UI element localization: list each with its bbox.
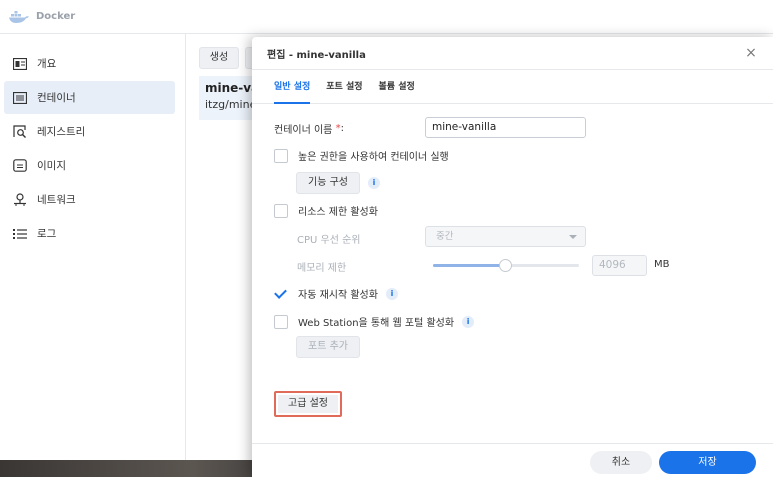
- sidebar-item-label: 레지스트리: [37, 126, 86, 138]
- resource-limit-label: 리소스 제한 활성화: [298, 207, 378, 218]
- memory-unit: MB: [654, 259, 670, 270]
- overview-icon: [12, 56, 27, 71]
- info-icon[interactable]: i: [385, 287, 398, 300]
- docker-logo-icon: [9, 10, 29, 23]
- dialog-title: 편집 - mine-vanilla: [267, 49, 366, 61]
- memory-slider[interactable]: [433, 259, 579, 272]
- auto-restart-row: 자동 재시작 활성화 i: [274, 286, 398, 301]
- sidebar-item-label: 로그: [37, 228, 57, 240]
- tab-port-settings[interactable]: 포트 설정: [326, 70, 362, 104]
- sidebar-item-label: 개요: [37, 58, 57, 70]
- auto-restart-checkbox[interactable]: [274, 287, 288, 301]
- log-list-icon: [12, 226, 27, 241]
- privileged-row: 높은 권한을 사용하여 컨테이너 실행: [274, 148, 449, 163]
- capabilities-button[interactable]: 기능 구성: [296, 172, 360, 194]
- cpu-priority-select[interactable]: 중간: [425, 226, 586, 247]
- memory-slider-thumb[interactable]: [499, 259, 512, 272]
- registry-search-icon: [12, 124, 27, 139]
- container-image: itzg/minecraft-server: [205, 98, 259, 111]
- web-station-label: Web Station을 통해 웹 포털 활성화: [298, 318, 455, 329]
- sidebar-item-overview[interactable]: 개요: [4, 47, 175, 80]
- cpu-priority-label: CPU 우선 순위: [297, 235, 361, 246]
- web-station-checkbox[interactable]: [274, 314, 288, 329]
- container-list-item[interactable]: mine-vanilla itzg/minecraft-server: [199, 76, 259, 120]
- image-icon: [12, 158, 27, 173]
- memory-slider-fill: [433, 264, 506, 267]
- container-name-input[interactable]: mine-vanilla: [425, 117, 586, 138]
- tab-general-settings[interactable]: 일반 설정: [274, 70, 311, 104]
- container-name-label: 컨테이너 이름 *:: [274, 123, 344, 136]
- info-icon[interactable]: i: [462, 315, 475, 328]
- sidebar-item-log[interactable]: 로그: [4, 217, 175, 250]
- sidebar: 개요 컨테이너 레지스트리 이미지 네트워크 로그: [0, 34, 186, 460]
- resource-limit-row: 리소스 제한 활성화: [274, 203, 378, 218]
- container-list-icon: [12, 90, 27, 105]
- cancel-button[interactable]: 취소: [590, 451, 652, 474]
- resource-limit-checkbox[interactable]: [274, 203, 288, 218]
- add-port-button[interactable]: 포트 추가: [296, 336, 360, 358]
- sidebar-item-label: 이미지: [37, 160, 66, 172]
- dialog-tabs: 일반 설정 포트 설정 볼륨 설정: [252, 70, 773, 104]
- container-name: mine-vanilla: [205, 81, 259, 95]
- chevron-down-icon: [569, 235, 577, 239]
- network-icon: [12, 192, 27, 207]
- privileged-label: 높은 권한을 사용하여 컨테이너 실행: [298, 152, 449, 163]
- cpu-priority-value: 중간: [436, 231, 454, 242]
- close-icon[interactable]: ×: [744, 46, 758, 60]
- sidebar-item-label: 컨테이너: [37, 92, 76, 104]
- memory-limit-input[interactable]: 4096: [592, 255, 647, 276]
- sidebar-item-images[interactable]: 이미지: [4, 149, 175, 182]
- sidebar-item-containers[interactable]: 컨테이너: [4, 81, 175, 114]
- sidebar-item-network[interactable]: 네트워크: [4, 183, 175, 216]
- dialog-header: 편집 - mine-vanilla ×: [252, 37, 773, 70]
- web-station-row: Web Station을 통해 웹 포털 활성화 i: [274, 314, 475, 329]
- auto-restart-label: 자동 재시작 활성화: [298, 290, 378, 301]
- tab-volume-settings[interactable]: 볼륨 설정: [379, 70, 415, 104]
- label-colon: :: [340, 123, 344, 134]
- app-titlebar: Docker: [0, 0, 773, 34]
- memory-limit-label: 메모리 제한: [297, 263, 347, 274]
- create-button[interactable]: 생성: [199, 47, 239, 69]
- capabilities-row: 기능 구성 i: [296, 172, 380, 194]
- save-button[interactable]: 저장: [659, 451, 756, 474]
- advanced-settings-button[interactable]: 고급 설정: [278, 395, 338, 413]
- sidebar-item-label: 네트워크: [37, 194, 76, 206]
- sidebar-item-registry[interactable]: 레지스트리: [4, 115, 175, 148]
- advanced-settings-highlight: 고급 설정: [274, 391, 342, 417]
- app-title: Docker: [36, 11, 76, 22]
- info-icon[interactable]: i: [368, 177, 380, 189]
- privileged-checkbox[interactable]: [274, 148, 288, 163]
